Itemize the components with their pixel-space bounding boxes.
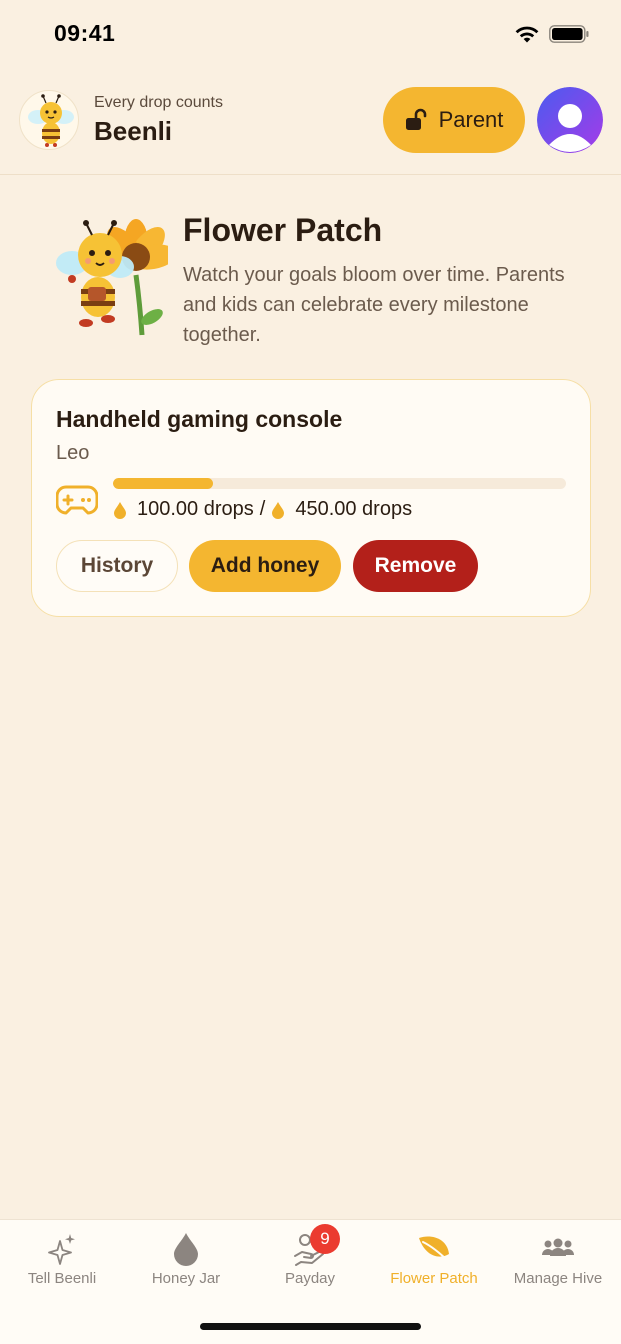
tab-manage-hive[interactable]: Manage Hive bbox=[496, 1220, 620, 1300]
app-name: Beenli bbox=[94, 116, 173, 146]
goal-progress-bar bbox=[113, 478, 566, 489]
history-button[interactable]: History bbox=[56, 540, 178, 592]
tab-honey-jar[interactable]: Honey Jar bbox=[124, 1220, 248, 1300]
tab-label: Tell Beenli bbox=[27, 1270, 97, 1287]
status-time: 09:41 bbox=[54, 20, 116, 46]
tab-label: Honey Jar bbox=[151, 1270, 221, 1287]
page-description: Watch your goals bloom over time. Parent… bbox=[183, 264, 565, 346]
notification-badge: 9 bbox=[310, 1224, 340, 1254]
add-honey-button[interactable]: Add honey bbox=[189, 540, 341, 592]
goal-current-amount: 100.00 drops bbox=[137, 498, 254, 520]
sparkles-icon bbox=[44, 1232, 80, 1266]
home-indicator bbox=[200, 1323, 421, 1330]
leaf-icon bbox=[416, 1232, 452, 1266]
battery-icon bbox=[549, 25, 589, 43]
parent-mode-button[interactable]: Parent bbox=[383, 87, 525, 153]
tab-flower-patch[interactable]: Flower Patch bbox=[372, 1220, 496, 1300]
bee-mascot-icon bbox=[28, 94, 74, 147]
user-profile-icon bbox=[537, 87, 603, 153]
tab-tell-beenli[interactable]: Tell Beenli bbox=[0, 1220, 124, 1300]
unlock-icon bbox=[405, 108, 426, 130]
drop-icon bbox=[168, 1232, 204, 1266]
page-title: Flower Patch bbox=[183, 212, 383, 248]
tab-label: Manage Hive bbox=[513, 1270, 603, 1287]
goal-progress-fill bbox=[113, 478, 213, 489]
goal-card: Handheld gaming console Leo 100.00 drops… bbox=[31, 379, 591, 617]
gamepad-icon bbox=[56, 485, 98, 515]
wifi-icon bbox=[515, 26, 539, 43]
goal-progress-text: 100.00 drops / 450.00 drops bbox=[113, 498, 412, 521]
goal-owner: Leo bbox=[56, 442, 90, 464]
status-bar: 09:41 bbox=[0, 0, 621, 68]
profile-avatar-button[interactable] bbox=[537, 87, 603, 153]
app-logo-avatar bbox=[19, 90, 79, 150]
people-icon bbox=[540, 1232, 576, 1266]
honey-drop-icon bbox=[272, 501, 285, 519]
tab-payday[interactable]: 9 Payday bbox=[248, 1220, 372, 1300]
tab-label: Payday bbox=[284, 1270, 336, 1287]
honey-drop-icon bbox=[114, 501, 126, 519]
bee-sunflower-illustration bbox=[50, 205, 177, 340]
tab-label: Flower Patch bbox=[390, 1270, 478, 1287]
remove-goal-button[interactable]: Remove bbox=[353, 540, 478, 592]
app-header: Every drop counts Beenli Parent bbox=[0, 72, 621, 175]
goal-amount-separator: / bbox=[259, 498, 266, 520]
parent-button-label: Parent bbox=[438, 107, 504, 132]
hand-coin-icon: 9 bbox=[292, 1224, 340, 1266]
app-tagline: Every drop counts bbox=[94, 94, 223, 111]
goal-title: Handheld gaming console bbox=[56, 406, 343, 432]
goal-target-amount: 450.00 drops bbox=[295, 498, 413, 520]
